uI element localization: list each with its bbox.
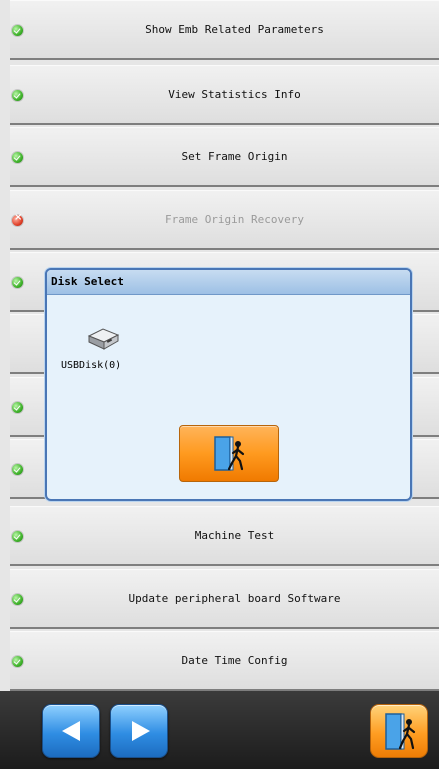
status-ok-icon: [12, 594, 23, 605]
status-ok-icon: [12, 277, 23, 288]
disk-label: USBDisk(0): [61, 360, 122, 371]
usb-disk-icon: [87, 328, 120, 350]
left-arrow-icon: [62, 721, 80, 741]
menu-item-frame-origin-recovery[interactable]: Frame Origin Recovery: [10, 190, 439, 250]
menu-item-label: View Statistics Info: [168, 88, 301, 101]
status-ok-icon: [12, 90, 23, 101]
menu-item-show-emb-params[interactable]: Show Emb Related Parameters: [10, 0, 439, 60]
status-ok-icon: [12, 152, 23, 163]
disk-select-dialog: Disk Select USBDisk(0): [45, 268, 412, 501]
bottom-toolbar: [0, 691, 439, 769]
menu-item-label: Set Frame Origin: [181, 150, 288, 163]
status-ok-icon: [12, 402, 23, 413]
exit-door-icon: [385, 713, 416, 750]
menu-item-label: Frame Origin Recovery: [164, 213, 305, 226]
dialog-title: Disk Select: [51, 275, 124, 288]
right-arrow-icon: [132, 721, 150, 741]
disk-item-usb0[interactable]: USBDisk(0): [61, 326, 141, 380]
menu-item-label: Machine Test: [194, 529, 275, 542]
exit-door-icon: [214, 436, 245, 471]
menu-item-date-time-config[interactable]: Date Time Config: [10, 631, 439, 691]
dialog-titlebar: Disk Select: [47, 270, 410, 295]
menu-item-update-peripheral[interactable]: Update peripheral board Software: [10, 569, 439, 629]
menu-item-label: Show Emb Related Parameters: [145, 23, 324, 36]
menu-item-set-frame-origin[interactable]: Set Frame Origin: [10, 127, 439, 187]
menu-item-machine-test[interactable]: Machine Test: [10, 506, 439, 566]
menu-item-label: Date Time Config: [181, 654, 288, 667]
menu-item-view-statistics[interactable]: View Statistics Info: [10, 65, 439, 125]
menu-item-label: Update peripheral board Software: [128, 592, 341, 605]
status-error-icon: [12, 212, 23, 226]
exit-button[interactable]: [370, 704, 428, 758]
status-ok-icon: [12, 656, 23, 667]
status-ok-icon: [12, 25, 23, 36]
status-ok-icon: [12, 531, 23, 542]
next-page-button[interactable]: [110, 704, 168, 758]
dialog-exit-button[interactable]: [179, 425, 279, 482]
status-ok-icon: [12, 464, 23, 475]
prev-page-button[interactable]: [42, 704, 100, 758]
